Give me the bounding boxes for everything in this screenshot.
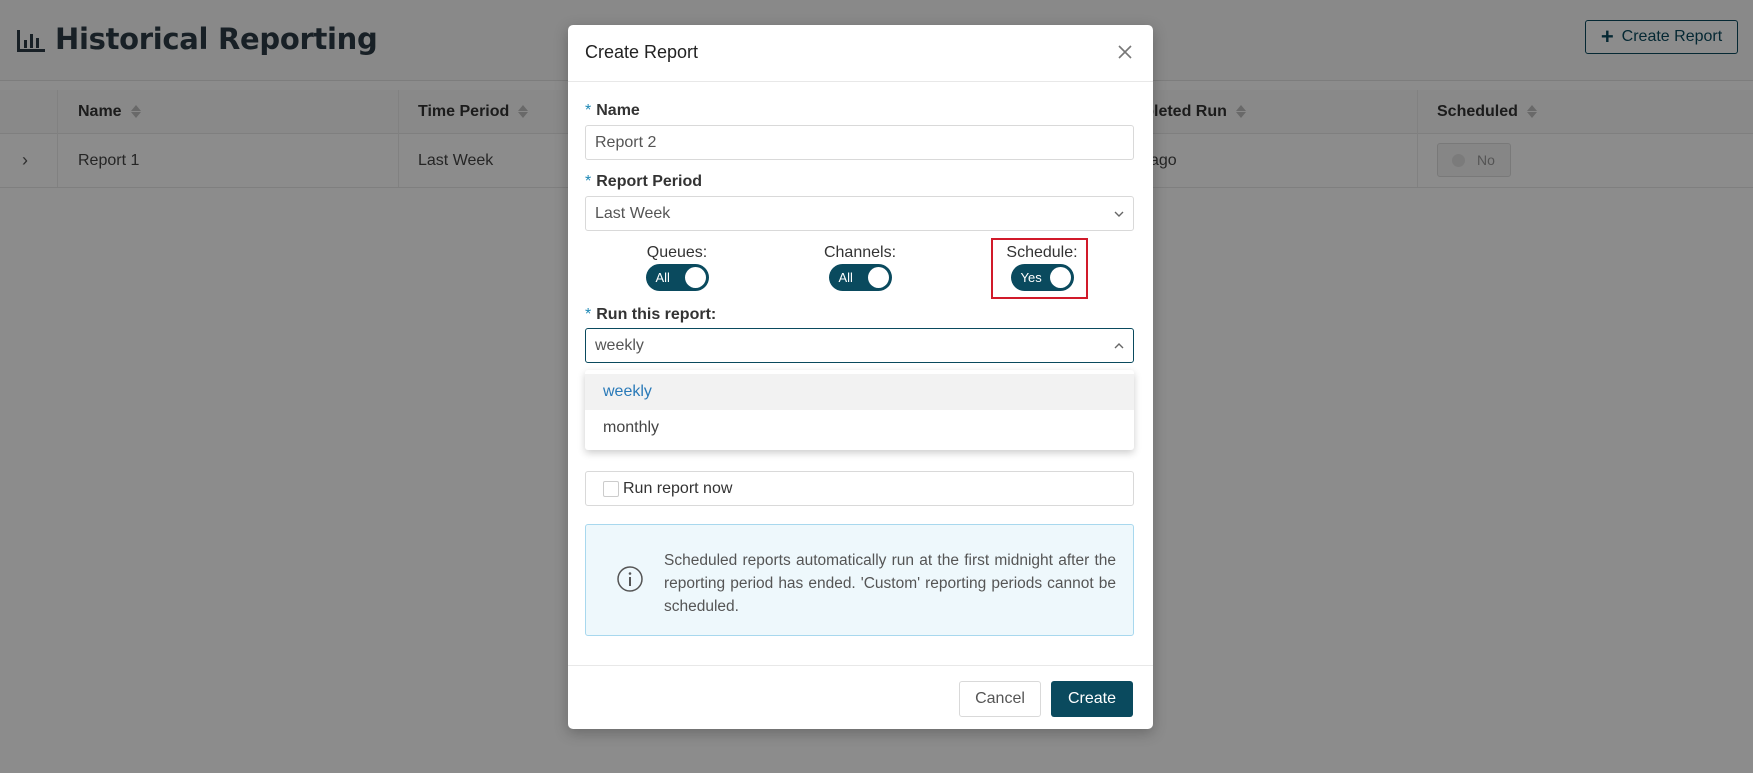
channels-toggle[interactable]: All (828, 264, 892, 291)
run-now-checkbox[interactable] (603, 480, 619, 497)
toggle-knob (684, 267, 706, 288)
cancel-button[interactable]: Cancel (959, 681, 1041, 717)
queues-label: Queues: (646, 244, 708, 261)
report-period-select[interactable]: Last Week (585, 196, 1134, 231)
info-text: Scheduled reports automatically run at t… (664, 552, 1116, 615)
modal-header: Create Report (568, 25, 1153, 82)
schedule-highlight (991, 238, 1088, 299)
run-frequency-select[interactable]: weekly (585, 328, 1134, 363)
option-weekly[interactable]: weekly (585, 374, 1134, 410)
info-alert: Scheduled reports automatically run at t… (585, 524, 1134, 636)
channels-toggle-group: Channels: All (800, 244, 920, 296)
close-icon[interactable] (1116, 43, 1134, 61)
chevron-up-icon (1114, 342, 1124, 348)
queues-toggle-group: Queues: All (617, 244, 737, 296)
chevron-down-icon (1114, 211, 1124, 217)
toggle-knob (867, 267, 889, 288)
run-now-label[interactable]: Run report now (623, 480, 732, 498)
run-report-label: * Run this report: (585, 306, 717, 323)
modal-title: Create Report (585, 42, 699, 62)
channels-label: Channels: (823, 244, 897, 261)
run-frequency-value: weekly (595, 336, 644, 354)
modal-footer: Cancel Create (568, 665, 1153, 730)
create-button[interactable]: Create (1051, 681, 1133, 717)
run-now-field: Run report now (585, 471, 1134, 506)
option-monthly[interactable]: monthly (585, 410, 1134, 446)
queues-toggle[interactable]: All (645, 264, 709, 291)
info-icon (617, 566, 643, 592)
report-period-label: * Report Period (585, 173, 703, 190)
name-input[interactable] (585, 125, 1134, 160)
create-report-modal: Create Report *Name *Report Period Last … (568, 25, 1153, 729)
name-label: * Name (585, 102, 640, 119)
report-period-value: Last Week (595, 204, 671, 222)
run-frequency-dropdown: weekly monthly (585, 370, 1134, 450)
